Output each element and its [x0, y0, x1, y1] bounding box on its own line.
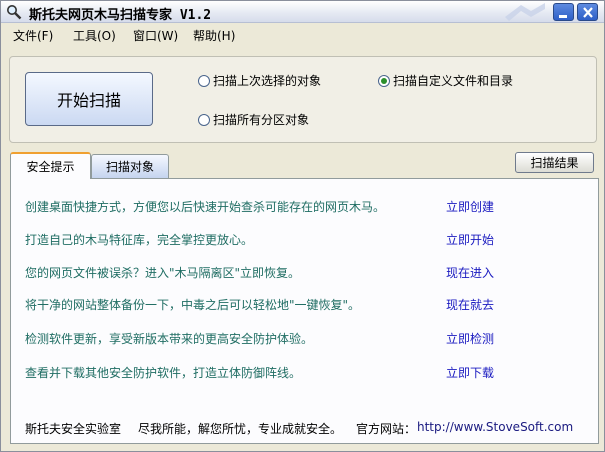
radio-label: 扫描所有分区对象 [213, 113, 310, 127]
footer-site-url[interactable]: http://www.StoveSoft.com [417, 420, 573, 434]
scan-results-button[interactable]: 扫描结果 [515, 152, 594, 173]
menu-help[interactable]: 帮助(H) [193, 27, 235, 44]
radio-dot[interactable] [198, 74, 210, 87]
radio-label: 扫描自定义文件和目录 [393, 74, 514, 88]
radio-label: 扫描上次选择的对象 [213, 74, 322, 88]
radio-scan-custom[interactable]: 扫描自定义文件和目录 [378, 72, 513, 89]
list-item: 将干净的网站整体备份一下，中毒之后可以轻松地"一键恢复"。 现在就去 [25, 296, 595, 312]
close-icon [583, 7, 593, 18]
close-button[interactable] [577, 3, 598, 21]
list-item: 打造自己的木马特征库，完全掌控更放心。 立即开始 [25, 231, 595, 247]
tip-text: 创建桌面快捷方式，方便您以后快速开始查杀可能存在的网页木马。 [25, 200, 386, 214]
tip-text: 检测软件更新，享受新版本带来的更高安全防护体验。 [25, 332, 314, 346]
start-signature-link[interactable]: 立即开始 [446, 231, 494, 248]
download-link[interactable]: 立即下载 [446, 364, 494, 381]
tip-text: 您的网页文件被误杀？进入"木马隔离区"立即恢复。 [25, 266, 301, 280]
magnifier-icon [7, 5, 22, 20]
title-decoration-icon [505, 3, 545, 21]
menu-file[interactable]: 文件(F) [13, 27, 53, 44]
minimize-button[interactable] [553, 3, 574, 21]
start-scan-button[interactable]: 开始扫描 [25, 72, 153, 126]
title-bar[interactable]: 斯托夫网页木马扫描专家 V1.2 [1, 1, 604, 23]
tab-security-tips[interactable]: 安全提示 [10, 152, 91, 179]
list-item: 检测软件更新，享受新版本带来的更高安全防护体验。 立即检测 [25, 330, 595, 346]
app-window: 斯托夫网页木马扫描专家 V1.2 文件(F) 工具(O) 窗口(W) 帮助(H)… [0, 0, 605, 452]
tab-scan-targets[interactable]: 扫描对象 [91, 154, 169, 178]
window-title: 斯托夫网页木马扫描专家 V1.2 [29, 8, 212, 23]
radio-dot-selected[interactable] [378, 74, 390, 87]
radio-scan-all-partitions[interactable]: 扫描所有分区对象 [198, 111, 309, 128]
tip-text: 将干净的网站整体备份一下，中毒之后可以轻松地"一键恢复"。 [25, 298, 361, 312]
create-shortcut-link[interactable]: 立即创建 [446, 198, 494, 215]
list-item: 创建桌面快捷方式，方便您以后快速开始查杀可能存在的网页木马。 立即创建 [25, 198, 595, 214]
list-item: 您的网页文件被误杀？进入"木马隔离区"立即恢复。 现在进入 [25, 264, 595, 280]
menu-bar: 文件(F) 工具(O) 窗口(W) 帮助(H) [1, 24, 604, 44]
footer-site-label: 官方网站： [356, 422, 417, 436]
tip-text: 查看并下载其他安全防护软件，打造立体防御阵线。 [25, 366, 302, 380]
radio-dot[interactable] [198, 113, 210, 126]
list-item: 查看并下载其他安全防护软件，打造立体防御阵线。 立即下载 [25, 364, 595, 380]
tip-text: 打造自己的木马特征库，完全掌控更放心。 [25, 233, 254, 247]
menu-window[interactable]: 窗口(W) [133, 27, 178, 44]
enter-quarantine-link[interactable]: 现在进入 [446, 264, 494, 281]
footer-lab: 斯托夫安全实验室 [25, 422, 122, 436]
menu-tools[interactable]: 工具(O) [73, 27, 116, 44]
footer-slogan: 尽我所能，解您所忧，专业成就安全。 [138, 422, 343, 436]
radio-scan-last[interactable]: 扫描上次选择的对象 [198, 72, 321, 89]
check-update-link[interactable]: 立即检测 [446, 330, 494, 347]
backup-now-link[interactable]: 现在就去 [446, 296, 494, 313]
